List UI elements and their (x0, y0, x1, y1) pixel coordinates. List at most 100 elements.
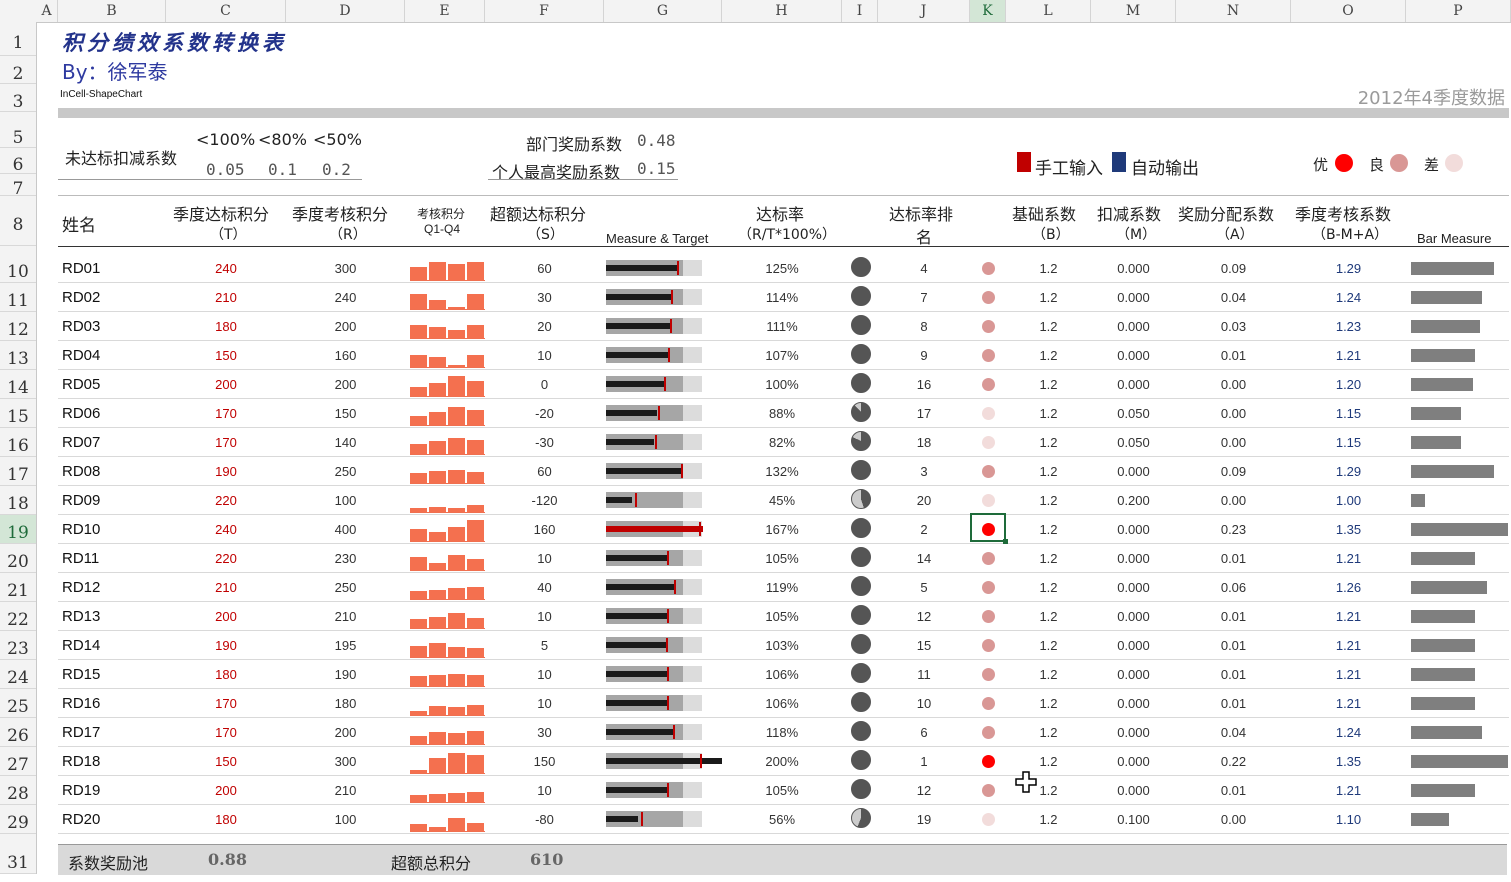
review-points[interactable]: 200 (286, 319, 405, 334)
target-points[interactable]: 190 (166, 638, 286, 653)
target-points[interactable]: 150 (166, 754, 286, 769)
row-name[interactable]: RD18 (62, 753, 100, 770)
dept-bonus-value[interactable]: 0.48 (637, 131, 676, 150)
fill-handle[interactable] (1003, 539, 1008, 544)
review-points[interactable]: 250 (286, 580, 405, 595)
row-header-16[interactable]: 16 (0, 428, 36, 457)
row-header-14[interactable]: 14 (0, 370, 36, 399)
row-name[interactable]: RD05 (62, 376, 100, 393)
row-name[interactable]: RD14 (62, 637, 100, 654)
row-header-22[interactable]: 22 (0, 602, 36, 631)
row-header-12[interactable]: 12 (0, 312, 36, 341)
row-header-8[interactable]: 8 (0, 196, 36, 246)
target-points[interactable]: 240 (166, 522, 286, 537)
deduction-value-80[interactable]: 0.1 (268, 160, 297, 179)
row-header-27[interactable]: 27 (0, 747, 36, 776)
review-points[interactable]: 160 (286, 348, 405, 363)
review-points[interactable]: 240 (286, 290, 405, 305)
review-points[interactable]: 190 (286, 667, 405, 682)
row-header-2[interactable]: 2 (0, 56, 36, 84)
review-points[interactable]: 200 (286, 377, 405, 392)
column-header-C[interactable]: C (166, 0, 286, 22)
review-points[interactable]: 210 (286, 783, 405, 798)
column-header-G[interactable]: G (604, 0, 722, 22)
target-points[interactable]: 200 (166, 377, 286, 392)
review-points[interactable]: 150 (286, 406, 405, 421)
row-name[interactable]: RD08 (62, 463, 100, 480)
deduction-value-100[interactable]: 0.05 (206, 160, 245, 179)
review-points[interactable]: 100 (286, 812, 405, 827)
row-name[interactable]: RD16 (62, 695, 100, 712)
column-header-H[interactable]: H (722, 0, 842, 22)
column-header-A[interactable]: A (36, 0, 58, 22)
row-name[interactable]: RD04 (62, 347, 100, 364)
deduction-value-50[interactable]: 0.2 (322, 160, 351, 179)
row-header-29[interactable]: 29 (0, 805, 36, 834)
review-points[interactable]: 180 (286, 696, 405, 711)
row-header-15[interactable]: 15 (0, 399, 36, 428)
target-points[interactable]: 180 (166, 812, 286, 827)
column-header-I[interactable]: I (842, 0, 878, 22)
column-header-N[interactable]: N (1176, 0, 1291, 22)
review-points[interactable]: 300 (286, 754, 405, 769)
review-points[interactable]: 210 (286, 609, 405, 624)
column-header-F[interactable]: F (485, 0, 604, 22)
row-header-18[interactable]: 18 (0, 486, 36, 515)
row-header-28[interactable]: 28 (0, 776, 36, 805)
row-header-17[interactable]: 17 (0, 457, 36, 486)
column-header-J[interactable]: J (878, 0, 970, 22)
review-points[interactable]: 100 (286, 493, 405, 508)
column-header-L[interactable]: L (1006, 0, 1091, 22)
row-header-19[interactable]: 19 (0, 515, 36, 544)
row-header-24[interactable]: 24 (0, 660, 36, 689)
column-header-E[interactable]: E (405, 0, 485, 22)
row-header-26[interactable]: 26 (0, 718, 36, 747)
row-header-1[interactable]: 1 (0, 22, 36, 56)
target-points[interactable]: 210 (166, 580, 286, 595)
selected-cell[interactable] (970, 513, 1006, 542)
row-name[interactable]: RD10 (62, 521, 100, 538)
row-name[interactable]: RD20 (62, 811, 100, 828)
row-name[interactable]: RD15 (62, 666, 100, 683)
row-header-6[interactable]: 6 (0, 148, 36, 175)
row-name[interactable]: RD03 (62, 318, 100, 335)
target-points[interactable]: 240 (166, 261, 286, 276)
target-points[interactable]: 220 (166, 551, 286, 566)
target-points[interactable]: 170 (166, 435, 286, 450)
review-points[interactable]: 200 (286, 725, 405, 740)
target-points[interactable]: 180 (166, 319, 286, 334)
row-name[interactable]: RD07 (62, 434, 100, 451)
row-name[interactable]: RD12 (62, 579, 100, 596)
target-points[interactable]: 150 (166, 348, 286, 363)
review-points[interactable]: 400 (286, 522, 405, 537)
target-points[interactable]: 170 (166, 406, 286, 421)
review-points[interactable]: 195 (286, 638, 405, 653)
row-name[interactable]: RD09 (62, 492, 100, 509)
row-header-31[interactable]: 31 (0, 844, 36, 874)
row-name[interactable]: RD06 (62, 405, 100, 422)
target-points[interactable]: 210 (166, 290, 286, 305)
target-points[interactable]: 170 (166, 725, 286, 740)
column-header-B[interactable]: B (58, 0, 166, 22)
row-header-25[interactable]: 25 (0, 689, 36, 718)
review-points[interactable]: 140 (286, 435, 405, 450)
row-name[interactable]: RD02 (62, 289, 100, 306)
column-header-M[interactable]: M (1091, 0, 1176, 22)
review-points[interactable]: 300 (286, 261, 405, 276)
review-points[interactable]: 230 (286, 551, 405, 566)
target-points[interactable]: 170 (166, 696, 286, 711)
row-header-10[interactable]: 10 (0, 254, 36, 283)
target-points[interactable]: 220 (166, 493, 286, 508)
target-points[interactable]: 200 (166, 783, 286, 798)
column-header-D[interactable]: D (286, 0, 405, 22)
row-header-20[interactable]: 20 (0, 544, 36, 573)
row-header-13[interactable]: 13 (0, 341, 36, 370)
target-points[interactable]: 200 (166, 609, 286, 624)
target-points[interactable]: 180 (166, 667, 286, 682)
row-name[interactable]: RD19 (62, 782, 100, 799)
row-header-7[interactable]: 7 (0, 174, 36, 199)
max-bonus-value[interactable]: 0.15 (637, 159, 676, 178)
row-header-3[interactable]: 3 (0, 84, 36, 112)
column-header-P[interactable]: P (1406, 0, 1511, 22)
column-header-O[interactable]: O (1291, 0, 1406, 22)
